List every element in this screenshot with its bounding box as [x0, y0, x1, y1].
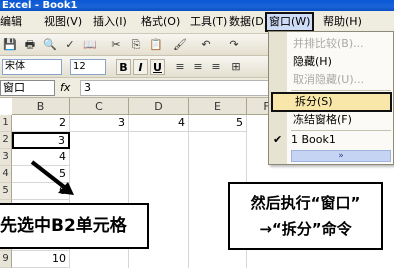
instruction-step2-line2: →“拆分”命令 — [259, 220, 352, 238]
merge-center-icon[interactable]: ⊞ — [228, 59, 244, 75]
spell-icon[interactable]: ✓ — [62, 37, 78, 53]
window-menu-dropdown: 并排比较(B)... 隐藏(H) 取消隐藏(U)... 拆分(S) 冻结窗格(F… — [268, 31, 394, 165]
menu-item-unhide[interactable]: 取消隐藏(U)... — [293, 72, 364, 88]
menu-tools[interactable]: 工具(T) — [190, 15, 227, 29]
cell-D1[interactable]: 4 — [129, 115, 189, 132]
column-header[interactable]: D — [129, 98, 189, 115]
row-header[interactable]: 2 — [0, 132, 12, 149]
cell-B2[interactable]: 3 — [12, 132, 70, 149]
instruction-step2: 然后执行“窗口” →“拆分”命令 — [228, 182, 383, 250]
menu-item-compare[interactable]: 并排比较(B)... — [293, 36, 364, 52]
instruction-step2-line1: 然后执行“窗口” — [250, 194, 361, 212]
menu-help[interactable]: 帮助(H) — [323, 15, 362, 29]
row-header[interactable]: 3 — [0, 149, 12, 166]
align-right-icon[interactable]: ≡ — [208, 59, 224, 75]
menu-data[interactable]: 数据(D) — [229, 15, 268, 29]
cell-C1[interactable]: 3 — [70, 115, 129, 132]
column-header[interactable]: C — [70, 98, 129, 115]
print-icon[interactable]: 🖶 — [22, 37, 38, 53]
redo-icon[interactable]: ↷ — [226, 37, 242, 53]
row-header[interactable]: 1 — [0, 115, 12, 132]
row-header[interactable]: 4 — [0, 166, 12, 183]
format-painter-icon[interactable]: 🖌 — [172, 37, 188, 53]
cell-B9[interactable]: 10 — [12, 251, 70, 268]
menu-view[interactable]: 视图(V) — [44, 15, 82, 29]
menu-format[interactable]: 格式(O) — [141, 15, 180, 29]
menu-separator — [291, 90, 391, 91]
menu-item-split[interactable]: 拆分(S) — [271, 92, 392, 112]
research-icon[interactable]: 📖 — [82, 37, 98, 53]
checkmark-icon: ✔ — [273, 133, 283, 146]
title-bar: Excel - Book1 — [0, 0, 394, 11]
menu-item-book1[interactable]: ✔ 1 Book1 — [273, 132, 336, 148]
cut-icon[interactable]: ✂ — [108, 37, 124, 53]
font-name-select[interactable]: 宋体 — [2, 59, 62, 75]
menu-edit[interactable]: 编辑 — [0, 15, 22, 29]
menu-window[interactable]: 窗口(W) — [265, 12, 315, 32]
expand-menu-icon[interactable]: » — [291, 150, 391, 162]
menu-item-hide[interactable]: 隐藏(H) — [293, 54, 332, 70]
fx-icon[interactable]: fx — [60, 81, 70, 94]
italic-button[interactable]: I — [133, 59, 148, 75]
align-left-icon[interactable]: ≡ — [172, 59, 188, 75]
align-center-icon[interactable]: ≡ — [190, 59, 206, 75]
undo-icon[interactable]: ↶ — [198, 37, 214, 53]
instruction-step1: 先选中B2单元格 — [0, 203, 149, 249]
font-size-select[interactable]: 12 — [70, 59, 106, 75]
window-title: Excel - Book1 — [2, 0, 78, 11]
cell-B1[interactable]: 2 — [12, 115, 70, 132]
row-header[interactable]: 9 — [0, 251, 12, 268]
row-header[interactable]: 5 — [0, 183, 12, 200]
arrow-icon — [30, 160, 74, 195]
menu-insert[interactable]: 插入(I) — [93, 15, 127, 29]
formula-input[interactable]: 3 — [80, 80, 270, 96]
menu-item-freeze[interactable]: 冻结窗格(F) — [293, 112, 352, 128]
column-header[interactable]: E — [189, 98, 247, 115]
save-icon[interactable]: 💾 — [2, 37, 18, 53]
menu-separator — [291, 130, 391, 131]
cell-E1[interactable]: 5 — [189, 115, 247, 132]
copy-icon[interactable]: ⎘ — [128, 37, 144, 53]
paste-icon[interactable]: 📋 — [148, 37, 164, 53]
column-header[interactable]: B — [12, 98, 70, 115]
name-box[interactable]: 窗口 — [0, 80, 55, 96]
menu-item-book1-label: 1 Book1 — [291, 133, 336, 146]
bold-button[interactable]: B — [116, 59, 131, 75]
preview-icon[interactable]: 🔍 — [42, 37, 58, 53]
underline-button[interactable]: U — [150, 59, 165, 75]
